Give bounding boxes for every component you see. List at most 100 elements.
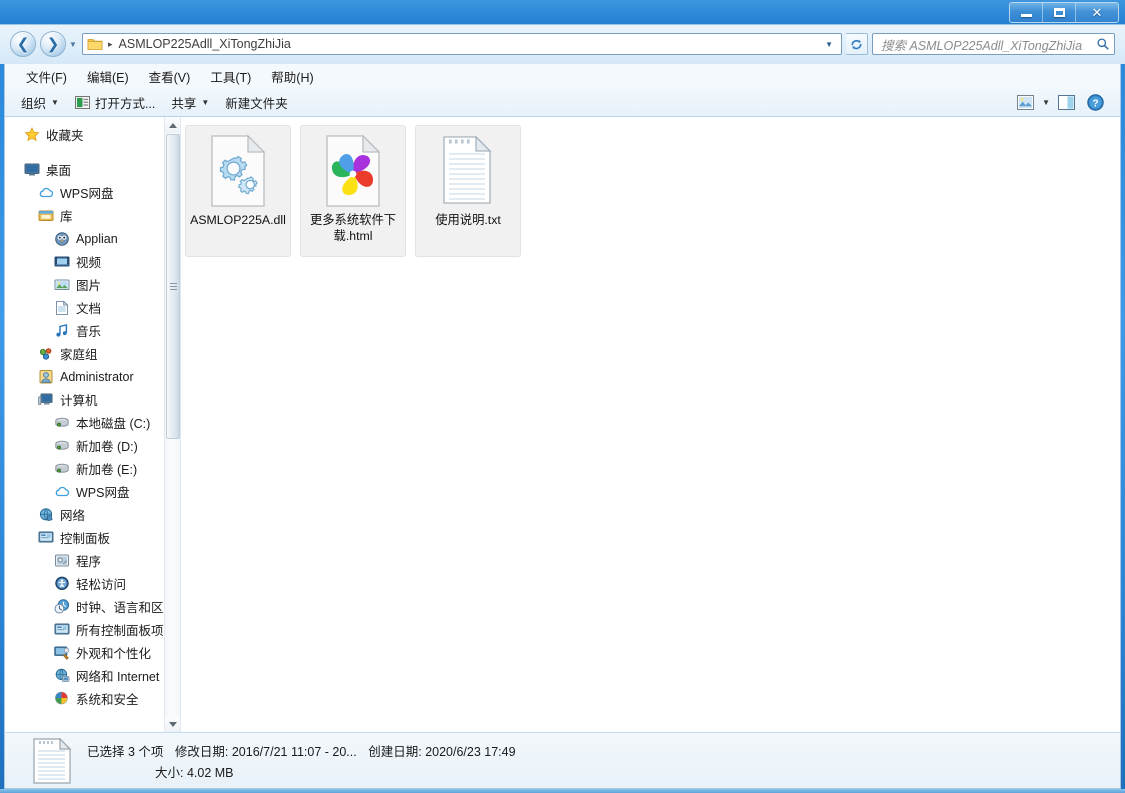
recent-pages-button[interactable]: ▼ bbox=[69, 40, 77, 49]
sidebar-item-13[interactable]: 新加卷 (D:) bbox=[5, 434, 165, 457]
cloud-icon bbox=[55, 486, 70, 497]
picture-icon bbox=[54, 279, 70, 290]
sidebar-item-18[interactable]: 程序 bbox=[5, 549, 165, 572]
sidebar-item-15[interactable]: WPS网盘 bbox=[5, 480, 165, 503]
open-with-button[interactable]: 打开方式... bbox=[67, 90, 163, 115]
homegroup-icon bbox=[37, 346, 55, 362]
maximize-icon bbox=[1053, 8, 1065, 17]
file-tile[interactable]: 更多系统软件下载.html bbox=[300, 125, 406, 257]
sidebar-item-7[interactable]: 文档 bbox=[5, 296, 165, 319]
address-bar[interactable]: ▸ ASMLOP225Adll_XiTongZhiJia ▼ bbox=[82, 33, 842, 55]
desktop-icon bbox=[24, 163, 40, 176]
file-name-label: 更多系统软件下载.html bbox=[309, 213, 397, 243]
menu-edit[interactable]: 编辑(E) bbox=[78, 64, 138, 89]
scrollbar-thumb[interactable] bbox=[166, 134, 180, 439]
minimize-icon bbox=[1020, 14, 1032, 17]
organize-label: 组织 bbox=[21, 97, 47, 111]
sidebar-item-4[interactable]: Applian bbox=[5, 227, 165, 250]
sidebar-item-5[interactable]: 视频 bbox=[5, 250, 165, 273]
close-icon: ✕ bbox=[1091, 5, 1103, 20]
system-security-icon bbox=[55, 691, 68, 705]
breadcrumb-current-folder[interactable]: ASMLOP225Adll_XiTongZhiJia bbox=[119, 37, 826, 51]
sidebar-scrollbar[interactable] bbox=[164, 117, 180, 732]
size-value: 4.02 MB bbox=[186, 765, 234, 780]
preview-pane-button[interactable] bbox=[1054, 93, 1079, 112]
sidebar-item-17[interactable]: 控制面板 bbox=[5, 526, 165, 549]
address-dropdown-icon[interactable]: ▼ bbox=[825, 40, 833, 49]
html-pinwheel-file-icon bbox=[326, 134, 381, 207]
file-tile[interactable]: ASMLOP225A.dll bbox=[185, 125, 291, 257]
music-icon bbox=[53, 323, 71, 339]
dll-gear-file-icon bbox=[207, 132, 269, 210]
sidebar-item-label: 音乐 bbox=[76, 325, 102, 339]
sidebar-item-21[interactable]: 所有控制面板项 bbox=[5, 618, 165, 641]
sidebar-item-0[interactable]: 收藏夹 bbox=[5, 123, 165, 146]
explorer-window: ✕ ❮ ❯ ▼ ▸ ASMLOP225Adll_XiTongZhiJia ▼ 搜… bbox=[0, 0, 1125, 793]
sidebar-item-1[interactable]: 桌面 bbox=[5, 158, 165, 181]
help-button[interactable]: ? bbox=[1083, 92, 1108, 113]
menu-tools[interactable]: 工具(T) bbox=[201, 64, 260, 89]
sidebar-item-label: 程序 bbox=[76, 555, 102, 569]
chevron-down-icon: ▼ bbox=[51, 98, 59, 107]
search-box[interactable]: 搜索 ASMLOP225Adll_XiTongZhiJia bbox=[872, 33, 1115, 55]
view-mode-dropdown-icon[interactable]: ▼ bbox=[1042, 98, 1050, 107]
ease-of-access-icon bbox=[53, 576, 71, 592]
search-input[interactable]: 搜索 ASMLOP225Adll_XiTongZhiJia bbox=[877, 35, 1096, 54]
html-pinwheel-file-icon bbox=[322, 132, 384, 210]
scroll-down-button[interactable] bbox=[165, 716, 180, 732]
music-icon bbox=[56, 324, 68, 337]
sidebar-item-16[interactable]: 网络 bbox=[5, 503, 165, 526]
clock-icon bbox=[53, 599, 71, 615]
scroll-up-button[interactable] bbox=[165, 117, 180, 133]
menu-help[interactable]: 帮助(H) bbox=[262, 64, 322, 89]
appearance-icon bbox=[54, 646, 70, 660]
sidebar-item-12[interactable]: 本地磁盘 (C:) bbox=[5, 411, 165, 434]
back-arrow-icon: ❮ bbox=[16, 35, 30, 53]
size-label: 大小: bbox=[155, 765, 184, 780]
created-date-value: 2020/6/23 17:49 bbox=[425, 744, 516, 759]
sidebar-item-19[interactable]: 轻松访问 bbox=[5, 572, 165, 595]
menu-file[interactable]: 文件(F) bbox=[17, 64, 76, 89]
breadcrumb-separator[interactable]: ▸ bbox=[108, 39, 113, 50]
sidebar-item-11[interactable]: 计算机 bbox=[5, 388, 165, 411]
forward-button[interactable]: ❯ bbox=[40, 31, 66, 57]
chevron-down-icon: ▼ bbox=[201, 98, 210, 107]
controlpanel-icon bbox=[54, 623, 70, 635]
sidebar-item-label: 网络 bbox=[60, 509, 86, 523]
owl-icon bbox=[55, 232, 69, 246]
sidebar-item-10[interactable]: Administrator bbox=[5, 365, 165, 388]
title-bar[interactable]: ✕ bbox=[0, 0, 1125, 24]
menu-view[interactable]: 查看(V) bbox=[140, 64, 200, 89]
sidebar-item-label: 外观和个性化 bbox=[76, 647, 152, 661]
minimize-button[interactable] bbox=[1010, 3, 1043, 22]
back-button[interactable]: ❮ bbox=[10, 31, 36, 57]
organize-button[interactable]: 组织 ▼ bbox=[13, 90, 67, 115]
share-button[interactable]: 共享 ▼ bbox=[163, 90, 217, 115]
window-bottom-edge bbox=[0, 789, 1125, 793]
clock-icon bbox=[54, 599, 70, 614]
file-list-pane[interactable]: ASMLOP225A.dll 更多系统软件下载.html 使用说明.txt bbox=[181, 117, 1120, 732]
sidebar-item-6[interactable]: 图片 bbox=[5, 273, 165, 296]
maximize-button[interactable] bbox=[1043, 3, 1076, 22]
text-file-icon bbox=[437, 132, 499, 210]
sidebar-item-22[interactable]: 外观和个性化 bbox=[5, 641, 165, 664]
sidebar-item-2[interactable]: WPS网盘 bbox=[5, 181, 165, 204]
sidebar-item-label: 文档 bbox=[76, 302, 102, 316]
document-icon bbox=[53, 300, 71, 316]
new-folder-label: 新建文件夹 bbox=[225, 97, 288, 111]
sidebar-item-14[interactable]: 新加卷 (E:) bbox=[5, 457, 165, 480]
sidebar-item-3[interactable]: 库 bbox=[5, 204, 165, 227]
sidebar-item-label: 系统和安全 bbox=[76, 693, 139, 707]
sidebar-item-8[interactable]: 音乐 bbox=[5, 319, 165, 342]
sidebar-item-24[interactable]: 系统和安全 bbox=[5, 687, 165, 710]
change-view-button[interactable] bbox=[1013, 93, 1038, 112]
close-button[interactable]: ✕ bbox=[1076, 3, 1118, 22]
sidebar-item-23[interactable]: 网络和 Internet bbox=[5, 664, 165, 687]
new-folder-button[interactable]: 新建文件夹 bbox=[217, 90, 296, 115]
file-tile[interactable]: 使用说明.txt bbox=[415, 125, 521, 257]
network-internet-icon bbox=[55, 668, 70, 682]
sidebar-item-20[interactable]: 时钟、语言和区域 bbox=[5, 595, 176, 618]
sidebar-item-9[interactable]: 家庭组 bbox=[5, 342, 165, 365]
refresh-button[interactable] bbox=[846, 33, 868, 55]
network-icon bbox=[37, 507, 55, 523]
